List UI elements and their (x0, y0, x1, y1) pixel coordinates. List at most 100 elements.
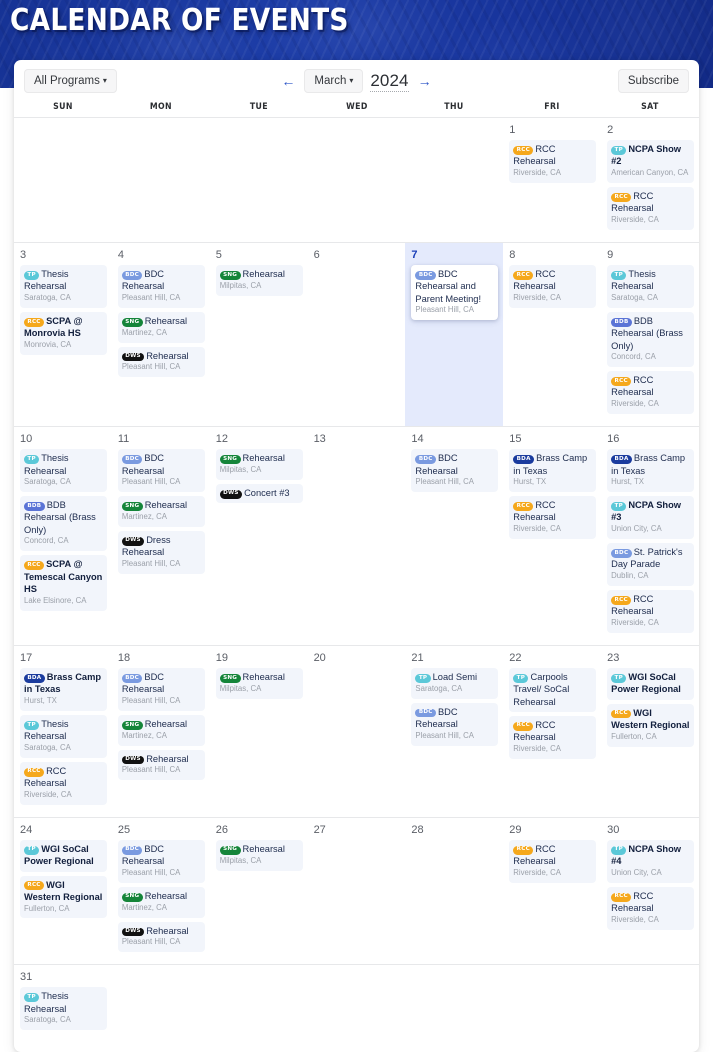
calendar-event[interactable]: TP Thesis Rehearsal Saratoga, CA (607, 265, 694, 308)
program-badge-bdc: BDC (611, 549, 632, 558)
program-badge-sng: SNG (121, 317, 143, 327)
calendar-event[interactable]: RCC RCC Rehearsal Riverside, CA (607, 187, 694, 230)
calendar-day-cell-13[interactable]: 13 (308, 427, 406, 645)
calendar-day-cell-4[interactable]: 4 BDC BDC Rehearsal Pleasant Hill, CA SNG Reh… (112, 243, 210, 426)
calendar-event[interactable]: BDC BDC Rehearsal Pleasant Hill, CA (117, 668, 205, 712)
calendar-event[interactable]: RCC SCPA @ Temescal Canyon HS Lake Elsinor… (20, 555, 107, 611)
calendar-event[interactable]: RCC RCC Rehearsal Riverside, CA (20, 761, 107, 805)
calendar-event[interactable]: RCC RCC Rehearsal Riverside, CA (607, 371, 694, 415)
calendar-event[interactable]: TP Carpools Travel/ SoCal Rehearsal (509, 668, 597, 712)
event-title: SNG Rehearsal (219, 843, 299, 855)
calendar-event[interactable]: RCC WGI Western Regional Fullerton, CA (20, 875, 107, 919)
calendar-event[interactable]: BDC BDC Rehearsal Pleasant Hill, CA (117, 265, 205, 308)
calendar-event[interactable]: RCC RCC Rehearsal Riverside, CA (607, 590, 694, 633)
event-title-text: Rehearsal (146, 925, 189, 936)
calendar-event[interactable]: RCC RCC Rehearsal Riverside, CA (509, 496, 597, 540)
calendar-day-cell-25[interactable]: 25 BDC BDC Rehearsal Pleasant Hill, CA SNG Re… (112, 818, 210, 964)
programs-filter-dropdown[interactable]: All Programs ▾ (24, 68, 117, 94)
calendar-day-cell-29[interactable]: 29 RCC RCC Rehearsal Riverside, CA (503, 818, 601, 964)
calendar-event[interactable]: RCC RCC Rehearsal Riverside, CA (607, 886, 694, 930)
calendar-day-cell-24[interactable]: 24 TP WGI SoCal Power Regional RCC WGI Weste… (14, 818, 112, 964)
calendar-event[interactable]: BDC BDC Rehearsal Pleasant Hill, CA (117, 839, 205, 883)
calendar-event[interactable]: SNG Rehearsal Milpitas, CA (215, 265, 303, 296)
next-month-arrow-icon[interactable]: → (416, 74, 434, 88)
calendar-event[interactable]: BDB BDB Rehearsal (Brass Only) Concord, CA (20, 496, 107, 552)
calendar-day-cell-28[interactable]: 28 (405, 818, 503, 964)
calendar-day-cell-5[interactable]: 5 SNG Rehearsal Milpitas, CA (210, 243, 308, 426)
calendar-event[interactable]: TP Load Semi Saratoga, CA (411, 668, 499, 699)
calendar-event[interactable]: TP Thesis Rehearsal Saratoga, CA (20, 987, 107, 1031)
calendar-day-cell-20[interactable]: 20 (308, 646, 406, 817)
calendar-event[interactable]: BDC BDC Rehearsal Pleasant Hill, CA (117, 449, 205, 493)
calendar-day-cell-14[interactable]: 14 BDC BDC Rehearsal Pleasant Hill, CA (405, 427, 503, 645)
calendar-day-cell-27[interactable]: 27 (308, 818, 406, 964)
calendar-day-cell-15[interactable]: 15 BDA Brass Camp in Texas Hurst, TX RCC RCC … (503, 427, 601, 645)
calendar-day-cell-18[interactable]: 18 BDC BDC Rehearsal Pleasant Hill, CA SNG Re… (112, 646, 210, 817)
calendar-event[interactable]: RCC WGI Western Regional Fullerton, CA (607, 703, 694, 747)
calendar-event[interactable]: TP WGI SoCal Power Regional (607, 668, 694, 700)
event-location: Saratoga, CA (415, 683, 463, 693)
calendar-grid: 1 RCC RCC Rehearsal Riverside, CA 2 TP NCPA Sh… (14, 118, 699, 1042)
calendar-event[interactable]: RCC RCC Rehearsal Riverside, CA (509, 839, 597, 883)
calendar-day-cell-7[interactable]: 7 BDC BDC Rehearsal and Parent Meeting! Ple… (405, 242, 504, 427)
calendar-event[interactable]: RCC SCPA @ Monrovia HS Monrovia, CA (20, 312, 107, 355)
calendar-day-cell-10[interactable]: 10 TP Thesis Rehearsal Saratoga, CA BDB BDB R… (14, 427, 112, 645)
calendar-day-cell-30[interactable]: 30 TP NCPA Show #4 Union City, CA RCC RCC Reh… (601, 818, 699, 964)
calendar-day-cell-1[interactable]: 1 RCC RCC Rehearsal Riverside, CA (503, 118, 601, 242)
month-dropdown[interactable]: March ▾ (304, 68, 364, 94)
calendar-event[interactable]: TP Thesis Rehearsal Saratoga, CA (20, 265, 107, 308)
calendar-event[interactable]: TP NCPA Show #2 American Canyon, CA (607, 140, 694, 184)
calendar-event[interactable]: TP Thesis Rehearsal Saratoga, CA (20, 715, 107, 758)
calendar-event[interactable]: TP NCPA Show #3 Union City, CA (607, 496, 694, 540)
calendar-day-cell-2[interactable]: 2 TP NCPA Show #2 American Canyon, CA RCC RCC… (601, 118, 699, 242)
calendar-event[interactable]: SNG Rehearsal Milpitas, CA (215, 668, 303, 699)
calendar-event[interactable]: BDB BDB Rehearsal (Brass Only) Concord, CA (607, 312, 694, 368)
calendar-day-cell-22[interactable]: 22 TP Carpools Travel/ SoCal Rehearsal RCC R… (503, 646, 601, 817)
calendar-event[interactable]: TP WGI SoCal Power Regional (20, 839, 107, 872)
calendar-day-cell-3[interactable]: 3 TP Thesis Rehearsal Saratoga, CA RCC SCPA @… (14, 243, 112, 426)
calendar-event[interactable]: TP NCPA Show #4 Union City, CA (607, 839, 694, 883)
calendar-event[interactable]: RCC RCC Rehearsal Riverside, CA (509, 265, 597, 308)
calendar-day-cell-21[interactable]: 21 TP Load Semi Saratoga, CA BDC BDC Rehearsa… (405, 646, 503, 817)
calendar-day-cell-12[interactable]: 12 SNG Rehearsal Milpitas, CA DWS Concert #3 (210, 427, 308, 645)
event-title: BDA Brass Camp in Texas (513, 452, 592, 477)
weekday-header-thu: THU (444, 102, 465, 112)
event-location: Milpitas, CA (219, 683, 262, 693)
calendar-event[interactable]: RCC RCC Rehearsal Riverside, CA (509, 715, 597, 759)
calendar-event[interactable]: SNG Rehearsal Martinez, CA (117, 886, 205, 918)
calendar-day-cell-6[interactable]: 6 (308, 243, 406, 426)
calendar-event[interactable]: DWS Rehearsal Pleasant Hill, CA (117, 921, 205, 953)
calendar-day-cell-16[interactable]: 16 BDA Brass Camp in Texas Hurst, TX TP NCPA … (601, 427, 699, 645)
calendar-day-cell-11[interactable]: 11 BDC BDC Rehearsal Pleasant Hill, CA SNG Re… (112, 427, 210, 645)
calendar-day-cell-19[interactable]: 19 SNG Rehearsal Milpitas, CA (210, 646, 308, 817)
calendar-event[interactable]: DWS Concert #3 (215, 483, 303, 504)
calendar-event[interactable]: SNG Rehearsal Martinez, CA (117, 496, 205, 527)
calendar-event[interactable]: DWS Dress Rehearsal Pleasant Hill, CA (117, 530, 205, 574)
calendar-event[interactable]: SNG Rehearsal Martinez, CA (117, 312, 205, 343)
program-badge-bdc: BDC (121, 455, 143, 464)
calendar-event[interactable]: BDC BDC Rehearsal Pleasant Hill, CA (411, 702, 499, 746)
calendar-event[interactable]: BDC BDC Rehearsal Pleasant Hill, CA (411, 449, 499, 493)
calendar-day-cell-31[interactable]: 31 TP Thesis Rehearsal Saratoga, CA (14, 965, 112, 1042)
year-selector[interactable]: 2024 (370, 70, 409, 93)
calendar-event[interactable]: TP Thesis Rehearsal Saratoga, CA (20, 449, 107, 493)
calendar-event[interactable]: BDA Brass Camp in Texas Hurst, TX (607, 449, 694, 493)
calendar-event[interactable]: DWS Rehearsal Pleasant Hill, CA (117, 346, 205, 378)
calendar-event[interactable]: SNG Rehearsal Martinez, CA (117, 715, 205, 746)
calendar-day-cell-26[interactable]: 26 SNG Rehearsal Milpitas, CA (210, 818, 308, 964)
prev-month-arrow-icon[interactable]: ← (279, 74, 297, 88)
calendar-day-cell-17[interactable]: 17 BDA Brass Camp in Texas Hurst, TX TP Thesi… (14, 646, 112, 817)
calendar-event[interactable]: DWS Rehearsal Pleasant Hill, CA (117, 749, 205, 781)
calendar-day-cell-23[interactable]: 23 TP WGI SoCal Power Regional RCC WGI Weste… (601, 646, 699, 817)
calendar-event[interactable]: SNG Rehearsal Milpitas, CA (215, 449, 303, 480)
event-location: Union City, CA (611, 524, 662, 534)
subscribe-button[interactable]: Subscribe (617, 68, 689, 94)
calendar-event[interactable]: SNG Rehearsal Milpitas, CA (215, 839, 303, 871)
calendar-event[interactable]: RCC RCC Rehearsal Riverside, CA (509, 140, 597, 184)
calendar-event[interactable]: BDA Brass Camp in Texas Hurst, TX (20, 668, 107, 712)
calendar-event[interactable]: BDA Brass Camp in Texas Hurst, TX (509, 449, 597, 493)
calendar-event[interactable]: BDC BDC Rehearsal and Parent Meeting! Plea… (411, 265, 499, 321)
calendar-day-cell-9[interactable]: 9 TP Thesis Rehearsal Saratoga, CA BDB BDB Re… (601, 243, 699, 426)
calendar-day-cell-8[interactable]: 8 RCC RCC Rehearsal Riverside, CA (503, 243, 601, 426)
calendar-event[interactable]: BDC St. Patrick's Day Parade Dublin, CA (607, 543, 694, 587)
